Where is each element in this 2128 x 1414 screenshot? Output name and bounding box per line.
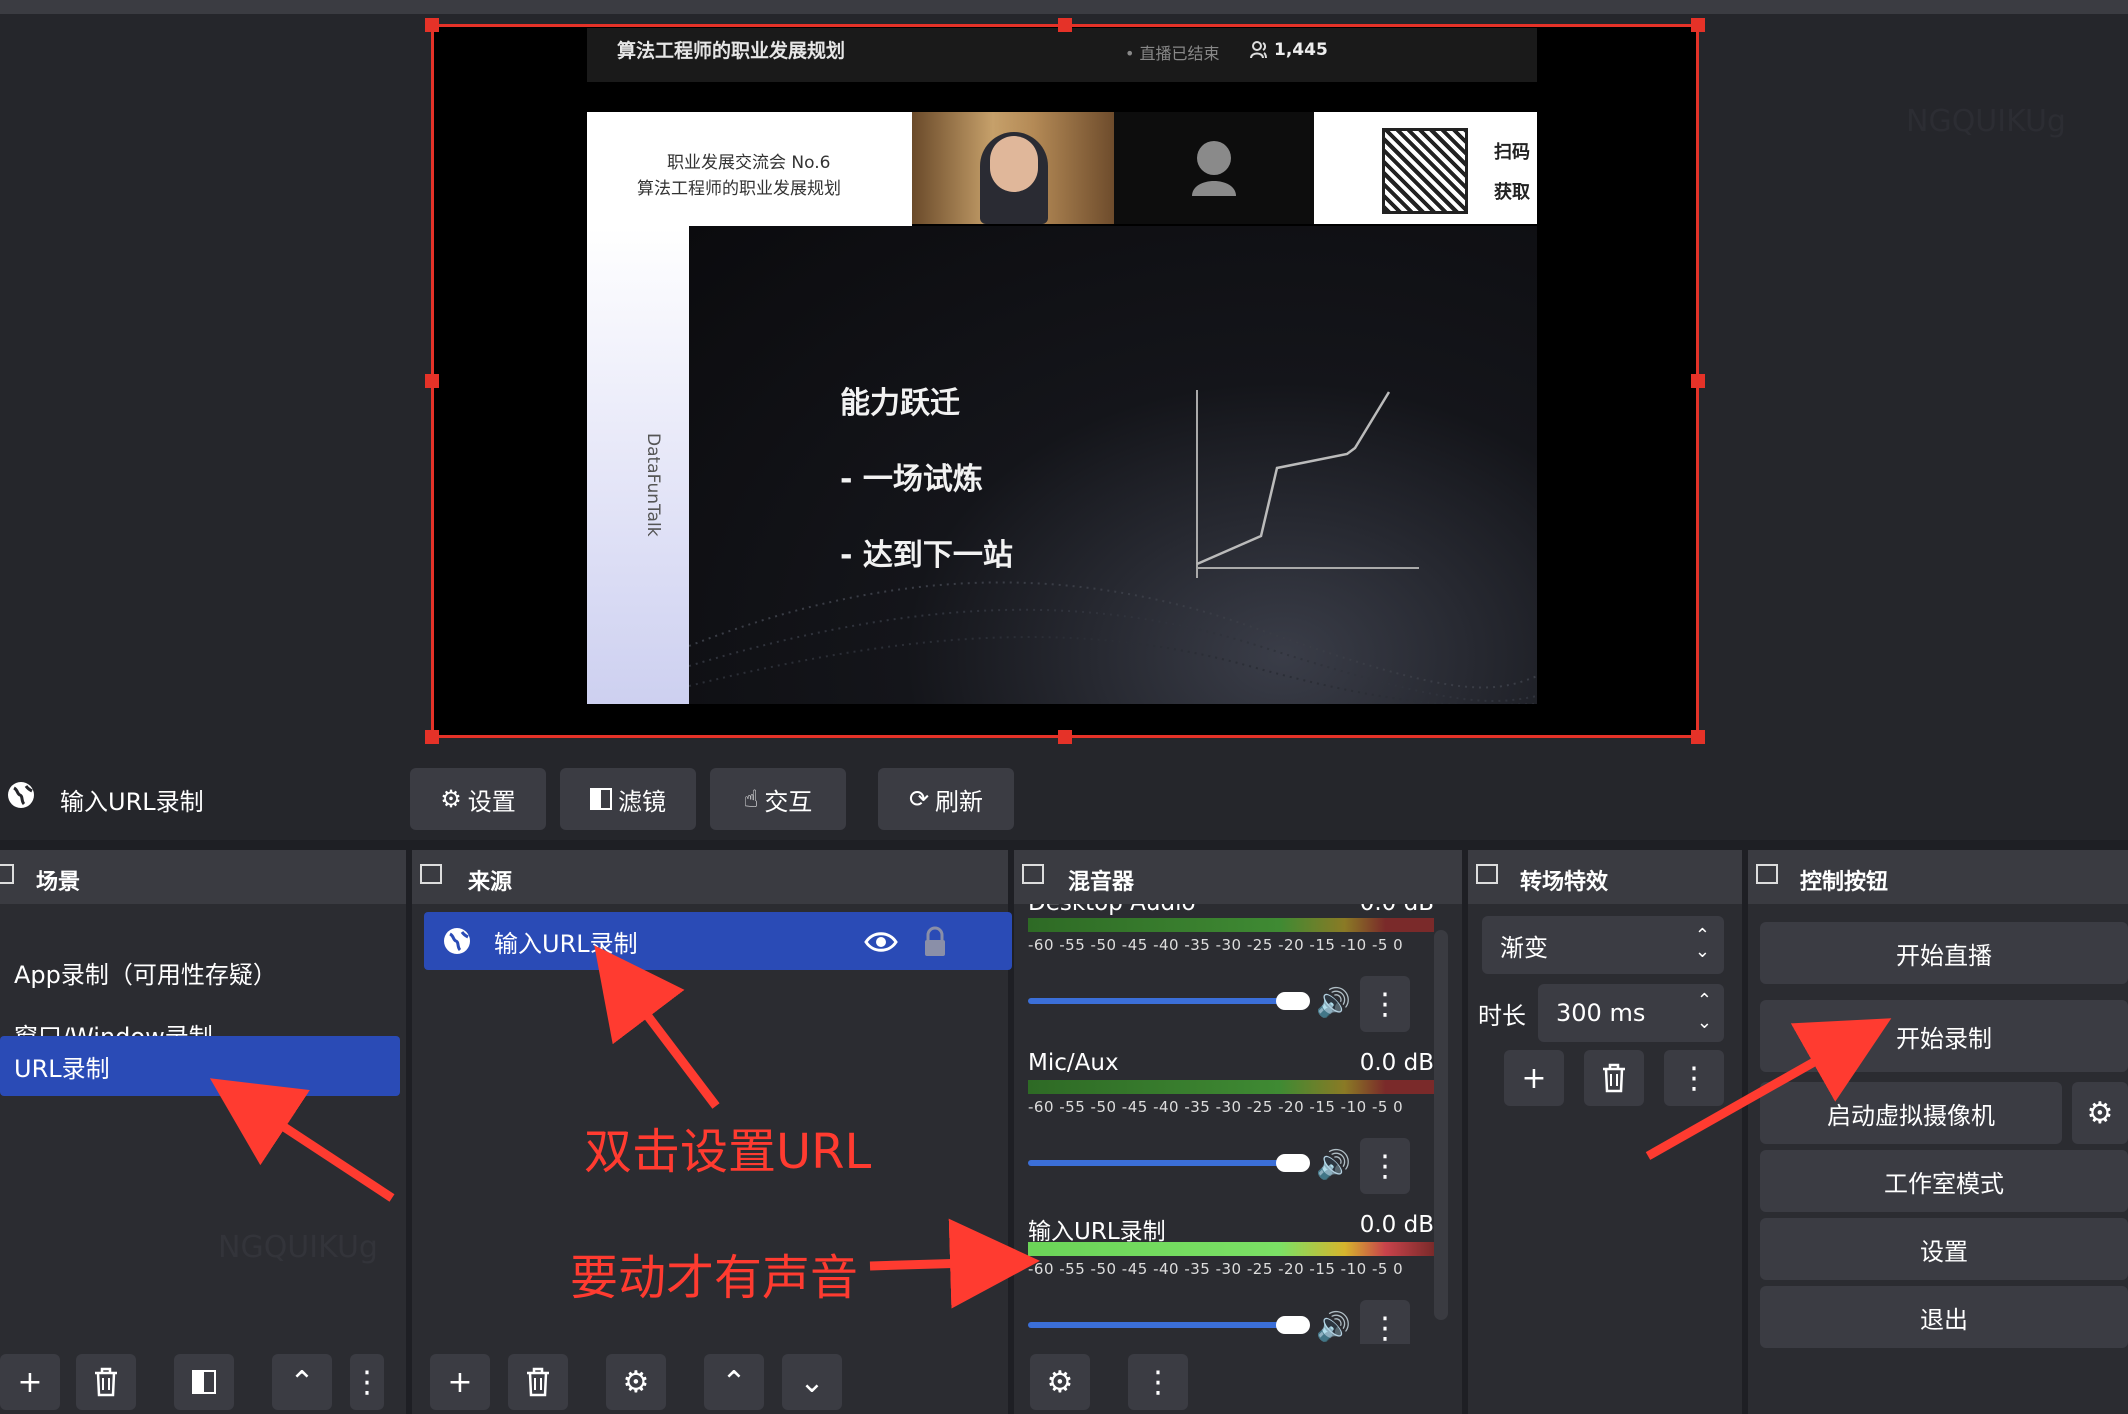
annotation-arrows [209,945,1892,1309]
arrow-to-url-scene [209,1078,395,1202]
arrow-to-start-recording [1645,1018,1892,1160]
arrow-to-url-meter [869,1218,1040,1309]
arrow-to-source [594,945,720,1109]
